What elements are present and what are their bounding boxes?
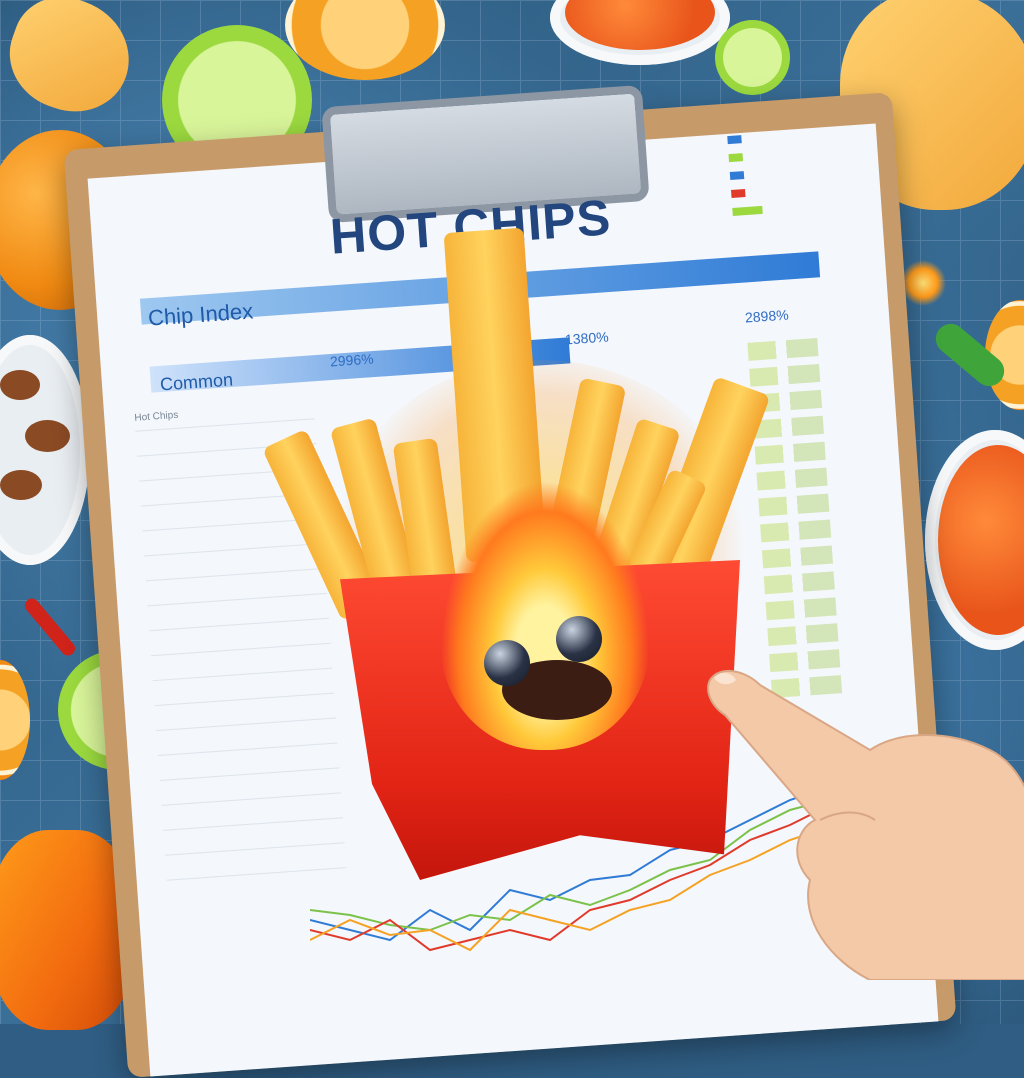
legend-swatch [729,171,745,181]
lime-slice [715,20,790,95]
legend-swatch [731,189,746,198]
nut [0,470,42,500]
score-cell [754,441,826,465]
percent-value: 2996% [329,350,375,370]
score-cell [756,467,828,491]
score-cell [758,493,830,517]
mascot-eye-right [556,616,602,662]
percent-value: 1380% [564,328,610,348]
score-cell [761,545,833,569]
nut [25,420,70,452]
score-cell [749,363,821,387]
score-cell [767,623,839,647]
nut [0,370,40,400]
score-cell [765,597,837,621]
hand-shape [707,669,1024,980]
mascot-eye-left [484,640,530,686]
score-cell [763,571,835,595]
score-cell [752,415,824,439]
percent-value: 2898% [744,306,790,326]
legend-swatch [728,153,744,163]
score-cell [747,338,819,361]
legend-swatch [732,205,763,216]
score-cell [760,519,832,543]
legend-swatch [727,135,742,145]
pointing-hand-icon [707,669,1024,980]
